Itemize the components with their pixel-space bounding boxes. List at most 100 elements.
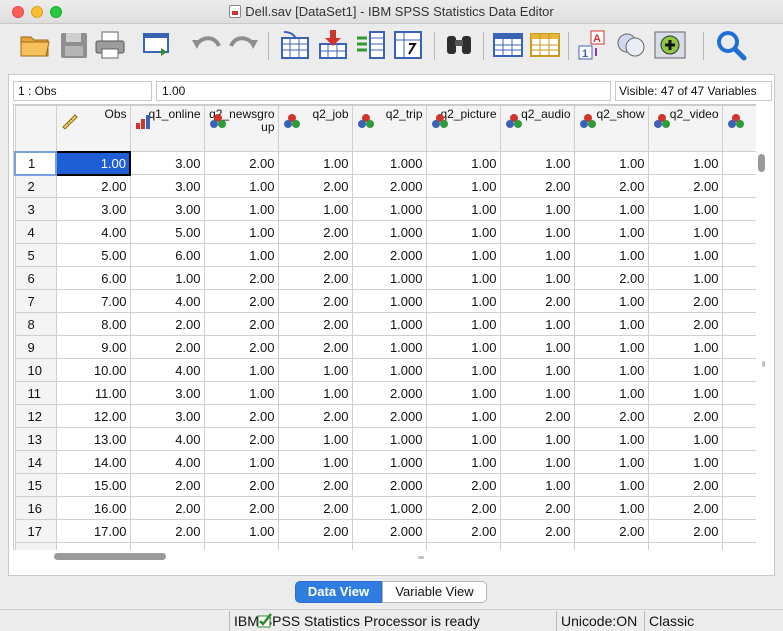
data-cell[interactable]: 2.00 [499, 496, 575, 520]
data-cell[interactable]: 2.000 [351, 404, 427, 428]
row-number[interactable]: 18 [14, 542, 57, 550]
data-cell[interactable]: 3.00 [129, 151, 205, 175]
data-cell[interactable]: 9.00 [55, 335, 131, 359]
data-cell[interactable] [721, 151, 756, 175]
data-cell[interactable]: 2.00 [203, 335, 279, 359]
data-cell[interactable]: 1.00 [203, 220, 279, 244]
goto-case-icon[interactable] [278, 28, 312, 62]
data-cell[interactable]: 1.00 [425, 427, 501, 451]
data-cell[interactable]: 2.00 [573, 519, 649, 543]
data-cell[interactable]: 1.00 [425, 381, 501, 405]
data-cell[interactable]: 1.00 [499, 473, 575, 497]
data-cell[interactable]: 1.00 [425, 243, 501, 267]
data-cell[interactable]: 1.00 [425, 358, 501, 382]
data-cell[interactable]: 1.00 [647, 358, 723, 382]
column-header[interactable]: q [721, 105, 756, 152]
data-cell[interactable]: 4.00 [129, 427, 205, 451]
data-cell[interactable]: 1.00 [573, 427, 649, 451]
column-header[interactable]: q2_show [573, 105, 649, 152]
data-cell[interactable]: 3.00 [129, 404, 205, 428]
data-cell[interactable]: 2.00 [129, 496, 205, 520]
data-cell[interactable]: 2.00 [277, 289, 353, 313]
data-cell[interactable]: 2.00 [499, 404, 575, 428]
data-cell[interactable]: 3.00 [55, 197, 131, 221]
data-cell[interactable]: 1.000 [351, 151, 427, 175]
data-cell[interactable]: 2.00 [203, 404, 279, 428]
data-cell[interactable]: 2.00 [647, 519, 723, 543]
data-cell[interactable]: 12.00 [55, 404, 131, 428]
data-cell[interactable]: 1.00 [499, 266, 575, 290]
data-cell[interactable]: 2.00 [129, 519, 205, 543]
data-cell[interactable]: 2.00 [425, 496, 501, 520]
data-cell[interactable]: 1.00 [647, 266, 723, 290]
data-cell[interactable]: 1.00 [425, 289, 501, 313]
value-labels-icon[interactable]: A1 [576, 28, 610, 62]
data-cell[interactable]: 1.000 [351, 312, 427, 336]
row-number[interactable]: 7 [14, 289, 57, 313]
vertical-scrollbar[interactable] [756, 104, 770, 550]
data-cell[interactable]: 1.00 [499, 381, 575, 405]
grid-corner[interactable] [14, 105, 57, 152]
data-cell[interactable]: 2.00 [573, 404, 649, 428]
data-cell[interactable]: 2.00 [203, 427, 279, 451]
data-cell[interactable] [721, 266, 756, 290]
horizontal-scroll-thumb[interactable] [54, 553, 166, 560]
data-cell[interactable]: 2.000 [351, 174, 427, 198]
data-cell[interactable]: 1.00 [277, 197, 353, 221]
data-cell[interactable] [277, 542, 353, 550]
selected-cell[interactable]: 1.00 [55, 150, 131, 176]
insert-cases-icon[interactable] [491, 28, 525, 62]
data-cell[interactable]: 1.00 [203, 381, 279, 405]
data-cell[interactable]: 14.00 [55, 450, 131, 474]
data-cell[interactable]: 3.00 [129, 381, 205, 405]
open-folder-icon[interactable] [18, 28, 52, 62]
data-cell[interactable]: 1.000 [351, 335, 427, 359]
data-cell[interactable]: 3.00 [129, 197, 205, 221]
data-cell[interactable]: 1.00 [499, 243, 575, 267]
data-grid[interactable]: Obs q1_online q2_newsgroup q2_job q2_trip q2_… [13, 104, 756, 550]
data-cell[interactable]: 5.00 [129, 220, 205, 244]
data-cell[interactable]: 2.00 [647, 404, 723, 428]
data-cell[interactable]: 2.00 [647, 473, 723, 497]
data-cell[interactable]: 1.00 [573, 220, 649, 244]
data-cell[interactable]: 4.00 [55, 220, 131, 244]
data-cell[interactable]: 16.00 [55, 496, 131, 520]
data-cell[interactable]: 1.000 [351, 358, 427, 382]
data-cell[interactable]: 1.00 [499, 450, 575, 474]
data-cell[interactable]: 1.00 [573, 243, 649, 267]
data-cell[interactable]: 2.00 [203, 496, 279, 520]
row-number[interactable]: 6 [14, 266, 57, 290]
column-header[interactable]: q2_trip [351, 105, 427, 152]
data-cell[interactable] [721, 404, 756, 428]
data-cell[interactable]: 1.00 [277, 427, 353, 451]
data-cell[interactable]: 1.00 [203, 358, 279, 382]
data-cell[interactable]: 4.00 [129, 450, 205, 474]
data-cell[interactable] [721, 312, 756, 336]
data-cell[interactable]: 1.00 [499, 220, 575, 244]
row-number[interactable]: 17 [14, 519, 57, 543]
row-number[interactable]: 10 [14, 358, 57, 382]
data-cell[interactable]: 2.00 [203, 312, 279, 336]
horizontal-split-handle[interactable] [418, 556, 424, 559]
data-cell[interactable]: 1.00 [573, 289, 649, 313]
data-cell[interactable]: 2.00 [499, 174, 575, 198]
variables-icon[interactable] [354, 28, 388, 62]
row-number[interactable]: 4 [14, 220, 57, 244]
data-cell[interactable]: 1.00 [425, 151, 501, 175]
data-cell[interactable]: 6.00 [129, 243, 205, 267]
data-cell[interactable]: 13.00 [55, 427, 131, 451]
data-cell[interactable]: 2.00 [573, 174, 649, 198]
data-cell[interactable]: 1.00 [499, 151, 575, 175]
data-cell[interactable] [647, 542, 723, 550]
data-cell[interactable]: 1.00 [425, 450, 501, 474]
find-binoculars-icon[interactable] [442, 28, 476, 62]
data-cell[interactable] [721, 174, 756, 198]
data-cell[interactable]: 2.00 [647, 496, 723, 520]
row-number[interactable]: 16 [14, 496, 57, 520]
data-cell[interactable]: 1.000 [351, 220, 427, 244]
column-header[interactable]: q2_job [277, 105, 353, 152]
row-number[interactable]: 15 [14, 473, 57, 497]
data-cell[interactable] [721, 197, 756, 221]
print-icon[interactable] [93, 28, 127, 62]
data-cell[interactable]: 2.00 [425, 473, 501, 497]
